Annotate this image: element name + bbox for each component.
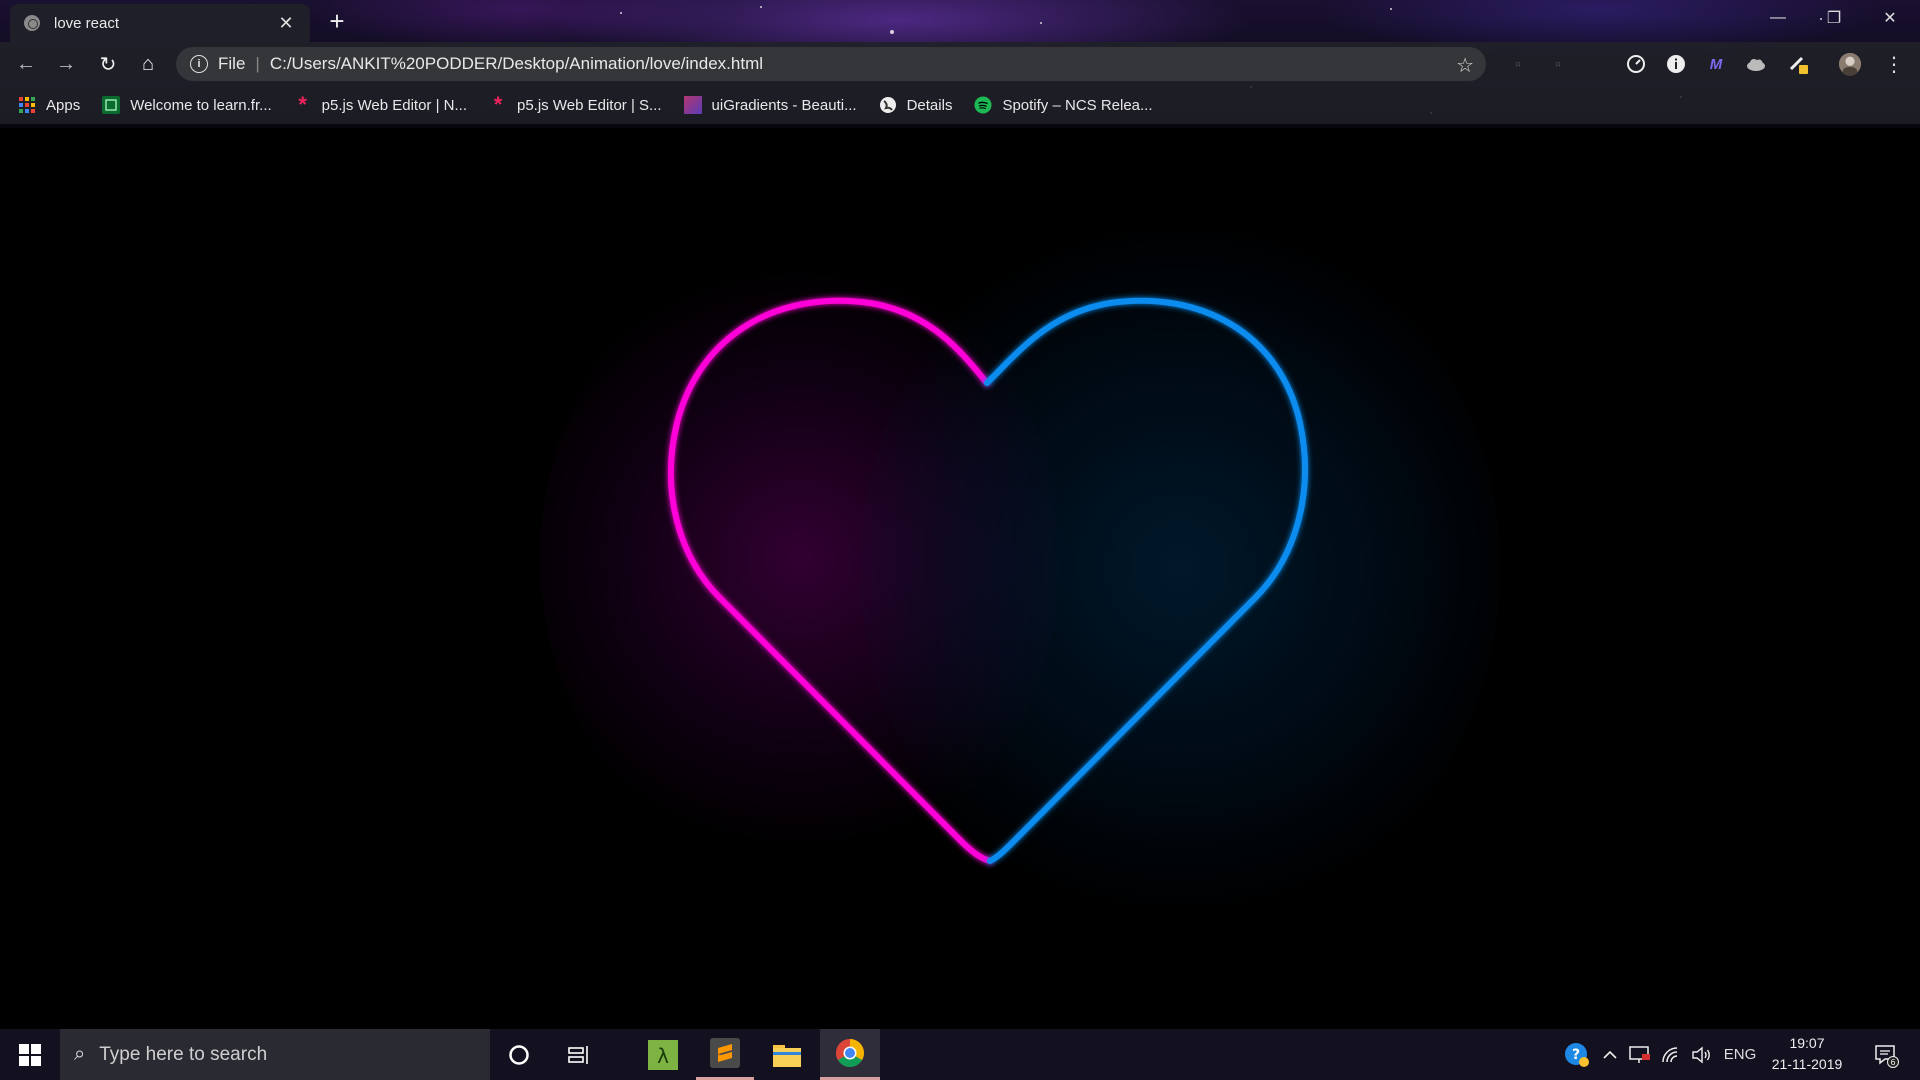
bookmark-label: p5.js Web Editor | N... xyxy=(321,96,467,114)
sublime-text-icon xyxy=(710,1038,740,1068)
taskbar-app-sublime[interactable] xyxy=(696,1029,754,1080)
p5js-icon: * xyxy=(493,92,503,117)
address-separator: | xyxy=(255,54,260,73)
cortana-circle-icon xyxy=(509,1044,529,1065)
bookmark-label: p5.js Web Editor | S... xyxy=(517,96,662,114)
clock-date: 21-11-2019 xyxy=(1771,1056,1843,1072)
svg-text:?: ? xyxy=(1572,1047,1580,1063)
bookmark-item-p5js-1[interactable]: * p5.js Web Editor | N... xyxy=(294,92,467,117)
volume-icon[interactable] xyxy=(1688,1029,1716,1080)
bookmark-label: Apps xyxy=(46,96,81,114)
language-indicator[interactable]: ENG xyxy=(1722,1029,1758,1080)
learn-icon xyxy=(102,96,121,114)
tab-title: love react xyxy=(54,14,120,32)
folder-icon xyxy=(773,1044,801,1067)
reload-button[interactable]: ↻ xyxy=(92,48,124,80)
search-placeholder: Type here to search xyxy=(99,1043,268,1065)
address-bar[interactable]: i File | C:/Users/ANKIT%20PODDER/Desktop… xyxy=(176,47,1486,81)
pen-extension-icon[interactable] xyxy=(1786,52,1810,76)
bookmark-item-details[interactable]: Details xyxy=(879,96,953,114)
bookmark-label: uiGradients - Beauti... xyxy=(711,96,857,114)
taskbar-app-chrome[interactable] xyxy=(820,1029,880,1080)
browser-menu-button[interactable]: ⋮ xyxy=(1882,52,1906,76)
help-tray-icon[interactable]: ? xyxy=(1562,1029,1592,1080)
windows-taskbar: ⌕ Type here to search λ ? ENG 19:07 21-1… xyxy=(0,1029,1920,1080)
search-icon: ⌕ xyxy=(74,1043,86,1065)
taskbar-app-lambda[interactable]: λ xyxy=(634,1029,692,1080)
action-center-button[interactable]: 6 xyxy=(1866,1029,1906,1080)
site-info-icon[interactable]: i xyxy=(190,55,208,73)
windows-logo-icon xyxy=(19,1043,41,1066)
cloud-extension-icon[interactable] xyxy=(1744,52,1768,76)
clock-time: 19:07 xyxy=(1789,1035,1825,1051)
bookmark-item-uigradients[interactable]: uiGradients - Beauti... xyxy=(683,96,857,114)
chrome-icon xyxy=(836,1039,864,1067)
svg-text:λ: λ xyxy=(657,1044,669,1068)
show-hidden-icons-chevron-icon[interactable] xyxy=(1598,1029,1622,1080)
close-tab-icon[interactable]: ✕ xyxy=(276,13,296,33)
new-tab-button[interactable]: + xyxy=(320,6,354,36)
heart-left-stroke xyxy=(667,297,993,864)
uigradients-icon xyxy=(683,96,702,114)
back-button[interactable]: ← xyxy=(10,48,42,80)
bookmark-label: Details xyxy=(906,96,953,114)
wifi-icon[interactable] xyxy=(1658,1029,1686,1080)
start-button[interactable] xyxy=(0,1029,60,1080)
bookmark-label: Welcome to learn.fr... xyxy=(130,96,272,114)
apps-grid-icon xyxy=(18,96,36,114)
task-view-button[interactable] xyxy=(550,1029,608,1080)
bookmarks-bar: Apps Welcome to learn.fr... * p5.js Web … xyxy=(0,86,1920,124)
address-scheme-label: File xyxy=(218,54,246,73)
cortana-button[interactable] xyxy=(490,1029,548,1080)
bookmark-item-learn[interactable]: Welcome to learn.fr... xyxy=(102,96,272,114)
bookmark-item-p5js-2[interactable]: * p5.js Web Editor | S... xyxy=(489,92,662,117)
minimize-button[interactable]: — xyxy=(1750,0,1806,36)
bookmark-item-apps[interactable]: Apps xyxy=(18,96,80,114)
heart-right-stroke xyxy=(984,297,1308,864)
forward-button[interactable]: → xyxy=(50,48,82,80)
bookmark-item-spotify[interactable]: Spotify – NCS Relea... xyxy=(974,96,1153,114)
tab-strip: love react ✕ + — ❐ ✕ xyxy=(0,0,1920,42)
browser-tab-active[interactable]: love react ✕ xyxy=(10,4,310,42)
profile-avatar[interactable] xyxy=(1838,52,1862,76)
system-clock[interactable]: 19:07 21-11-2019 xyxy=(1762,1033,1852,1075)
home-button[interactable]: ⌂ xyxy=(132,48,164,80)
extension-icon-1[interactable]: ▫ xyxy=(1506,52,1530,76)
bookmark-label: Spotify – NCS Relea... xyxy=(1002,96,1153,114)
window-close-button[interactable]: ✕ xyxy=(1862,0,1918,36)
neon-heart xyxy=(667,297,1308,864)
extension-icon-2[interactable]: ▫ xyxy=(1546,52,1570,76)
globe-icon xyxy=(24,15,40,31)
p5js-icon: * xyxy=(298,92,307,117)
browser-window-frame: love react ✕ + — ❐ ✕ ← → ↻ ⌂ i File | C:… xyxy=(0,0,1920,128)
speedometer-extension-icon[interactable] xyxy=(1624,52,1648,76)
info-extension-icon[interactable] xyxy=(1664,52,1688,76)
restore-button[interactable]: ❐ xyxy=(1806,0,1862,36)
lambda-app-icon: λ xyxy=(648,1039,678,1070)
globe-icon xyxy=(879,96,897,114)
spotify-icon xyxy=(974,96,993,114)
taskbar-app-file-explorer[interactable] xyxy=(758,1029,816,1080)
bookmark-star-icon[interactable]: ☆ xyxy=(1456,53,1474,78)
task-view-icon xyxy=(568,1045,588,1064)
notification-icon: 6 xyxy=(1875,1044,1899,1068)
display-tray-icon[interactable] xyxy=(1626,1029,1654,1080)
address-url[interactable]: C:/Users/ANKIT%20PODDER/Desktop/Animatio… xyxy=(270,54,763,74)
notification-count: 6 xyxy=(1890,1058,1895,1067)
m-extension-icon[interactable]: M xyxy=(1704,52,1728,76)
taskbar-search-box[interactable]: ⌕ Type here to search xyxy=(60,1029,490,1080)
page-content xyxy=(0,128,1920,1029)
